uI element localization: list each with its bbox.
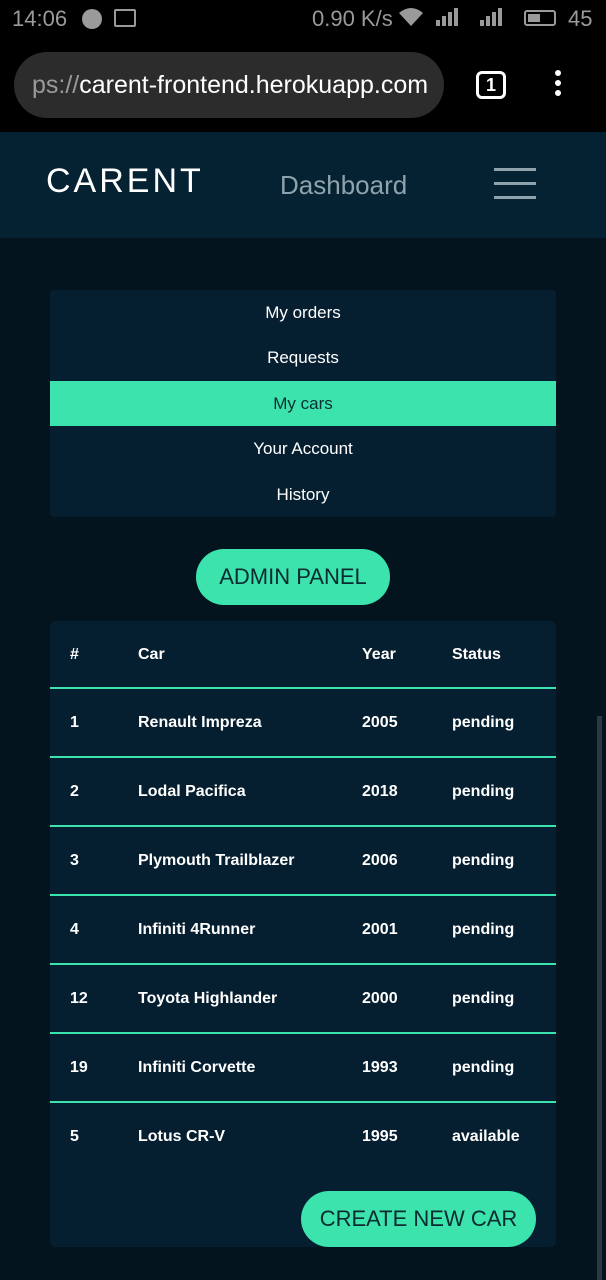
table-row[interactable]: 12 Toyota Highlander 2000 pending [50, 965, 556, 1034]
cell-status: pending [452, 714, 515, 731]
battery-level: 45 [568, 6, 593, 31]
signal-4g-icon [436, 6, 458, 32]
url-host: carent-frontend.herokuapp.com [79, 71, 429, 99]
account-menu: My orders Requests My cars Your Account … [50, 290, 556, 517]
app-header: CARENT Dashboard [0, 132, 606, 238]
cell-year: 1993 [362, 1059, 398, 1076]
menu-item-my-cars[interactable]: My cars [50, 380, 556, 427]
table-row[interactable]: 2 Lodal Pacifica 2018 pending [50, 758, 556, 827]
browser-toolbar: ps://carent-frontend.herokuapp.com 1 [0, 38, 606, 132]
cell-year: 2018 [362, 783, 398, 800]
tab-switcher-button[interactable]: 1 [476, 71, 506, 99]
page-scrollbar[interactable] [597, 716, 602, 1280]
signal-icon [480, 6, 502, 32]
url-scheme: ps:// [32, 71, 80, 99]
cell-car: Lotus CR-V [138, 1128, 226, 1145]
more-options-icon[interactable] [552, 70, 564, 100]
table-row[interactable]: 4 Infiniti 4Runner 2001 pending [50, 896, 556, 965]
cell-number: 1 [70, 714, 79, 731]
status-time: 14:06 [12, 6, 68, 31]
cell-number: 3 [70, 852, 79, 869]
menu-item-my-orders[interactable]: My orders [50, 290, 556, 335]
column-header-status: Status [452, 646, 501, 663]
table-row[interactable]: 1 Renault Impreza 2005 pending [50, 689, 556, 758]
cell-number: 5 [70, 1128, 79, 1145]
cell-status: pending [452, 921, 515, 938]
network-speed: 0.90 K/s [312, 6, 393, 31]
menu-item-history[interactable]: History [50, 472, 556, 517]
hamburger-menu-icon[interactable] [494, 168, 536, 210]
cell-status: pending [452, 783, 515, 800]
messenger-icon [82, 9, 102, 29]
cell-car: Lodal Pacifica [138, 783, 246, 800]
cars-table: # Car Year Status 1 Renault Impreza 2005… [50, 621, 556, 1247]
column-header-number: # [70, 646, 79, 663]
cell-car: Plymouth Trailblazer [138, 852, 295, 869]
cell-year: 2006 [362, 852, 398, 869]
cell-number: 12 [70, 990, 88, 1007]
url-bar[interactable]: ps://carent-frontend.herokuapp.com [14, 52, 444, 118]
admin-panel-button[interactable]: ADMIN PANEL [196, 549, 390, 605]
wifi-icon [398, 6, 424, 34]
menu-item-your-account[interactable]: Your Account [50, 426, 556, 471]
cell-status: pending [452, 990, 515, 1007]
menu-item-requests[interactable]: Requests [50, 335, 556, 380]
cell-number: 19 [70, 1059, 88, 1076]
cell-car: Infiniti Corvette [138, 1059, 256, 1076]
column-header-car: Car [138, 646, 165, 663]
cell-year: 2005 [362, 714, 398, 731]
table-row[interactable]: 19 Infiniti Corvette 1993 pending [50, 1034, 556, 1103]
cell-status: pending [452, 1059, 515, 1076]
status-bar: 14:06 0.90 K/s 45 [0, 0, 606, 38]
table-row[interactable]: 3 Plymouth Trailblazer 2006 pending [50, 827, 556, 896]
nav-dashboard-link[interactable]: Dashboard [280, 170, 407, 201]
cell-car: Infiniti 4Runner [138, 921, 256, 938]
cell-year: 1995 [362, 1128, 398, 1145]
battery-icon [524, 10, 556, 26]
column-header-year: Year [362, 646, 396, 663]
gallery-icon [114, 9, 136, 27]
cell-car: Toyota Highlander [138, 990, 278, 1007]
table-row[interactable]: 5 Lotus CR-V 1995 available [50, 1103, 556, 1170]
cell-number: 4 [70, 921, 79, 938]
cell-number: 2 [70, 783, 79, 800]
cell-car: Renault Impreza [138, 714, 262, 731]
cell-year: 2001 [362, 921, 398, 938]
cell-year: 2000 [362, 990, 398, 1007]
table-header-row: # Car Year Status [50, 621, 556, 689]
create-new-car-button[interactable]: CREATE NEW CAR [301, 1191, 536, 1247]
cell-status: pending [452, 852, 515, 869]
cell-status: available [452, 1128, 520, 1145]
brand-logo[interactable]: CARENT [46, 162, 204, 201]
